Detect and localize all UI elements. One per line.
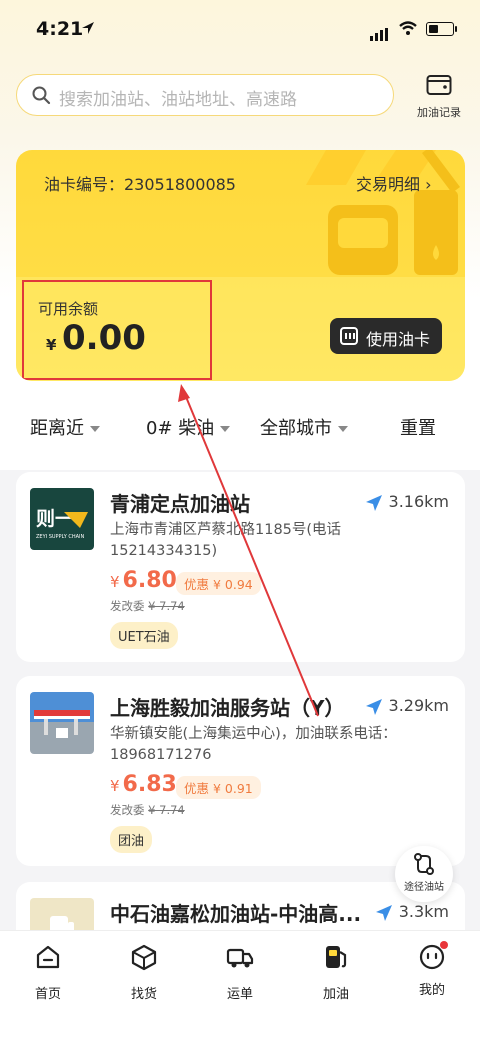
station-distance-value: 3.16km <box>388 492 449 511</box>
tab-home[interactable]: 首页 <box>8 943 88 1002</box>
status-time: 4:21 <box>36 18 84 40</box>
station-name: 青浦定点加油站 <box>110 492 250 516</box>
filter-city[interactable]: 全部城市 <box>260 414 348 440</box>
tab-fuel-label: 加油 <box>322 987 349 1002</box>
fuel-icon <box>326 946 347 968</box>
search-input[interactable]: 搜索加油站、油站地址、高速路 <box>16 74 394 116</box>
bottom-tab-bar: 首页 找货 运单 加油 我的 <box>0 930 480 1039</box>
search-placeholder: 搜索加油站、油站地址、高速路 <box>59 90 297 110</box>
tab-waybill[interactable]: 运单 <box>200 943 280 1002</box>
station-distance[interactable]: 3.3km <box>375 902 449 922</box>
station-distance-value: 3.29km <box>388 696 449 715</box>
card-icon <box>340 327 358 345</box>
card-number: 油卡编号：23051800085 <box>44 175 236 194</box>
station-distance[interactable]: 3.16km <box>365 492 449 512</box>
caret-down-icon <box>90 426 100 432</box>
tab-home-label: 首页 <box>34 987 61 1002</box>
navigate-icon <box>365 698 382 715</box>
fuel-card: 油卡编号：23051800085 交易明细 › 可用余额 ¥ 0.00 使用油卡 <box>16 150 465 381</box>
route-icon <box>414 853 434 875</box>
station-card[interactable]: 则一 ZEYI SUPPLY CHAIN 青浦定点加油站 3.16km 上海市青… <box>16 472 465 662</box>
route-stations-label: 途径油站 <box>404 882 444 893</box>
filter-reset[interactable]: 重置 <box>400 414 436 440</box>
station-name: 中石油嘉松加油站-中油高... <box>110 902 362 926</box>
station-brand-tag: UET石油 <box>110 622 178 649</box>
navigate-icon <box>375 904 392 921</box>
station-price: ¥6.83 <box>110 772 177 797</box>
station-price: ¥6.80 <box>110 568 177 593</box>
filter-reset-label: 重置 <box>400 418 436 439</box>
home-icon <box>36 945 60 969</box>
tab-find-goods-label: 找货 <box>130 987 157 1002</box>
route-stations-button[interactable]: 途径油站 <box>395 846 453 902</box>
station-photo <box>30 692 94 754</box>
status-bar: 4:21 <box>0 0 480 60</box>
station-address: 华新镇安能(上海集运中心)，加油联系电话：18968171276 <box>110 726 397 763</box>
caret-down-icon <box>338 426 348 432</box>
filter-city-label: 全部城市 <box>260 418 332 439</box>
navigate-icon <box>365 494 382 511</box>
station-card[interactable]: 上海胜毅加油服务站（Y） 3.29km 华新镇安能(上海集运中心)，加油联系电话… <box>16 676 465 866</box>
wallet-icon <box>426 75 452 95</box>
filter-fuel-type[interactable]: 0# 柴油 <box>146 414 231 440</box>
discount-badge: 优惠 ¥ 0.91 <box>176 776 261 799</box>
tab-waybill-label: 运单 <box>226 987 253 1002</box>
location-arrow-icon <box>82 22 94 34</box>
filter-distance-label: 距离近 <box>30 418 84 439</box>
tab-find-goods[interactable]: 找货 <box>104 943 184 1002</box>
truck-icon <box>226 948 254 968</box>
search-icon <box>32 86 51 105</box>
box-icon <box>131 944 157 971</box>
filter-fuel-type-label: 0# 柴油 <box>146 418 215 439</box>
tab-fuel[interactable]: 加油 <box>296 943 376 1002</box>
signal-icon <box>370 22 390 41</box>
balance-label: 可用余额 <box>38 300 99 318</box>
smile-icon <box>418 941 448 971</box>
fuel-record-label: 加油记录 <box>417 106 461 119</box>
station-logo: 则一 ZEYI SUPPLY CHAIN <box>30 488 94 550</box>
use-card-label: 使用油卡 <box>366 330 431 349</box>
caret-down-icon <box>220 426 231 432</box>
filter-distance[interactable]: 距离近 <box>30 414 100 440</box>
station-brand-tag: 团油 <box>110 826 153 853</box>
original-price: 发改委 ¥ 7.74 <box>110 599 185 613</box>
tab-mine[interactable]: 我的 <box>392 941 472 998</box>
svg-text:则一: 则一 <box>36 508 74 530</box>
svg-text:ZEYI SUPPLY CHAIN: ZEYI SUPPLY CHAIN <box>36 534 84 540</box>
wifi-icon <box>399 21 417 35</box>
notification-dot <box>440 941 448 949</box>
tab-mine-label: 我的 <box>418 983 445 998</box>
discount-badge: 优惠 ¥ 0.94 <box>176 572 261 595</box>
transaction-detail-link[interactable]: 交易明细 › <box>356 171 432 195</box>
use-card-button[interactable]: 使用油卡 <box>330 318 442 354</box>
station-name: 上海胜毅加油服务站（Y） <box>110 696 345 720</box>
balance-value: 0.00 <box>62 318 146 358</box>
original-price: 发改委 ¥ 7.74 <box>110 803 185 817</box>
battery-icon <box>426 22 457 36</box>
station-address: 上海市青浦区芦蔡北路1185号(电话15214334315) <box>110 522 342 559</box>
balance-currency: ¥ <box>46 336 57 354</box>
fuel-record-button[interactable]: 加油记录 <box>410 74 468 120</box>
station-distance[interactable]: 3.29km <box>365 696 449 716</box>
station-distance-value: 3.3km <box>398 902 449 921</box>
